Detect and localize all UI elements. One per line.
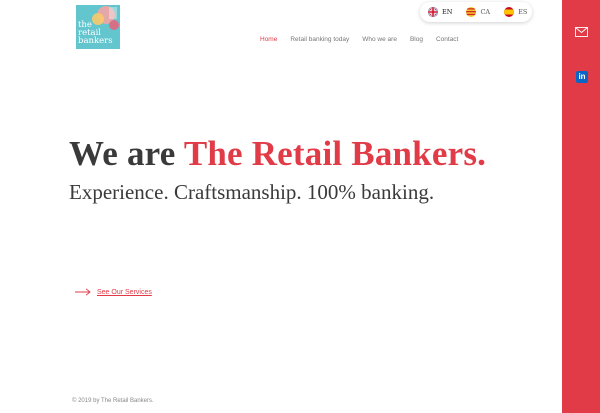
catalan-flag-icon — [466, 7, 477, 17]
main-nav: Home Retail banking today Who we are Blo… — [260, 36, 471, 43]
logo[interactable]: the retail bankers — [76, 5, 120, 49]
logo-text: the retail bankers — [78, 21, 118, 46]
hero-title: We are The Retail Bankers. — [69, 134, 486, 174]
see-services-link[interactable]: See Our Services — [75, 283, 152, 301]
spain-flag-icon — [504, 7, 515, 17]
arrow-right-icon — [75, 283, 91, 301]
language-en[interactable]: EN — [428, 7, 452, 17]
logo-line-3: bankers — [78, 36, 113, 46]
footer-copyright: © 2019 by The Retail Bankers. — [72, 398, 154, 404]
hero-title-prefix: We are — [69, 134, 184, 173]
social-rail: in — [562, 0, 600, 413]
mail-icon[interactable] — [575, 24, 588, 42]
see-services-label: See Our Services — [97, 288, 152, 296]
language-en-label: EN — [442, 8, 453, 16]
uk-flag-icon — [428, 7, 438, 17]
hero-subtitle: Experience. Craftsmanship. 100% banking. — [69, 180, 435, 204]
nav-blog[interactable]: Blog — [410, 36, 423, 43]
language-switcher: EN CA ES — [420, 2, 532, 22]
nav-contact[interactable]: Contact — [436, 36, 458, 43]
language-ca-label: CA — [480, 8, 491, 16]
language-es-label: ES — [518, 8, 528, 16]
nav-retail-banking-today[interactable]: Retail banking today — [290, 36, 349, 43]
nav-home[interactable]: Home — [260, 36, 277, 43]
linkedin-icon[interactable]: in — [576, 71, 588, 83]
language-ca[interactable]: CA — [466, 7, 490, 17]
nav-who-we-are[interactable]: Who we are — [362, 36, 397, 43]
hero-title-accent: The Retail Bankers. — [183, 134, 487, 173]
language-es[interactable]: ES — [504, 7, 527, 17]
